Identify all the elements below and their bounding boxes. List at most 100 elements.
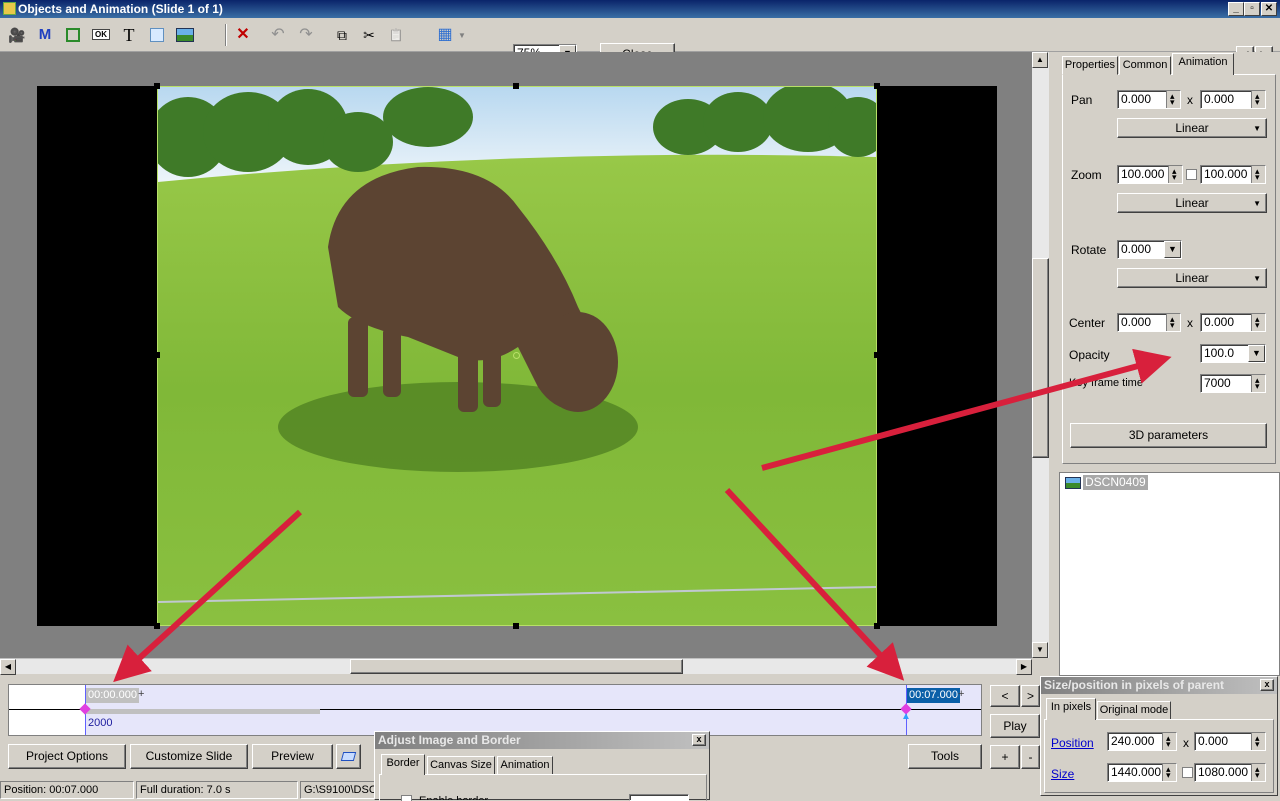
copy-icon[interactable]: ⧉ bbox=[331, 24, 353, 46]
size-height-spinner[interactable] bbox=[1251, 764, 1265, 781]
list-item[interactable]: DSCN0409 bbox=[1083, 475, 1148, 490]
tab-in-pixels[interactable]: In pixels bbox=[1046, 698, 1096, 720]
3d-parameters-button[interactable]: 3D parameters bbox=[1070, 423, 1267, 448]
close-icon[interactable]: x bbox=[1260, 679, 1274, 691]
zoom-y-input[interactable]: 100.000 bbox=[1200, 165, 1266, 184]
close-icon[interactable]: x bbox=[692, 734, 706, 746]
zoom-y-spinner[interactable] bbox=[1251, 166, 1265, 183]
start-plus[interactable]: + bbox=[138, 688, 144, 700]
aspect-lock-checkbox[interactable] bbox=[1182, 767, 1193, 778]
object-list[interactable]: DSCN0409 bbox=[1059, 472, 1280, 676]
zoom-link-checkbox[interactable] bbox=[1186, 169, 1197, 180]
scroll-right-arrow[interactable]: ▶ bbox=[1016, 659, 1032, 675]
center-x-spinner[interactable] bbox=[1166, 314, 1180, 331]
tab-border[interactable]: Border bbox=[381, 754, 425, 775]
position-x-spinner[interactable] bbox=[1162, 733, 1176, 750]
text-icon[interactable]: T bbox=[118, 24, 140, 46]
camera-icon[interactable]: 🎥 bbox=[6, 24, 28, 46]
timeline[interactable]: 00:00.000 + 00:07.000 + 2000 ▲ bbox=[8, 684, 982, 736]
prev-keyframe-button[interactable]: < bbox=[990, 685, 1020, 707]
scroll-up-button[interactable]: ▲ bbox=[1032, 52, 1048, 68]
play-button[interactable]: Play bbox=[990, 714, 1040, 738]
pan-mode-select[interactable]: Linear ▼ bbox=[1117, 118, 1267, 138]
enable-border-checkbox[interactable] bbox=[401, 795, 412, 801]
size-width-input[interactable]: 1440.000 bbox=[1107, 763, 1177, 782]
resize-handle[interactable] bbox=[874, 83, 880, 89]
image-icon[interactable] bbox=[174, 24, 196, 46]
scroll-down-button[interactable]: ▼ bbox=[1032, 642, 1048, 658]
center-handle[interactable] bbox=[513, 352, 520, 359]
resize-handle[interactable] bbox=[154, 83, 160, 89]
horizontal-scroll-thumb[interactable] bbox=[350, 659, 683, 674]
position-link[interactable]: Position bbox=[1051, 736, 1094, 750]
slide-canvas[interactable] bbox=[0, 52, 1032, 658]
delete-icon[interactable]: ✕ bbox=[232, 24, 254, 46]
tab-common[interactable]: Common bbox=[1119, 56, 1171, 75]
rotate-input[interactable]: 0.000 ▼ bbox=[1117, 240, 1182, 259]
mask-icon[interactable]: M bbox=[34, 24, 56, 46]
redo-icon[interactable]: ↷ bbox=[295, 24, 317, 46]
tab-properties[interactable]: Properties bbox=[1062, 56, 1118, 75]
size-height-value: 1080.000 bbox=[1198, 765, 1249, 779]
project-options-button[interactable]: Project Options bbox=[8, 744, 126, 769]
paste-icon[interactable]: 📋 bbox=[385, 24, 407, 46]
position-y-spinner[interactable] bbox=[1251, 733, 1265, 750]
minimize-button[interactable]: _ bbox=[1228, 2, 1244, 16]
pan-y-input[interactable]: 0.000 bbox=[1200, 90, 1266, 109]
maximize-button[interactable]: ▫ bbox=[1244, 2, 1260, 16]
end-plus[interactable]: + bbox=[958, 688, 964, 700]
size-height-input[interactable]: 1080.000 bbox=[1194, 763, 1266, 782]
playhead-icon[interactable]: ▲ bbox=[901, 711, 911, 722]
position-x-input[interactable]: 240.000 bbox=[1107, 732, 1177, 751]
grid-dropdown-icon[interactable]: ▼ bbox=[458, 31, 466, 40]
preview-button[interactable]: Preview bbox=[252, 744, 333, 769]
close-window-button[interactable]: ✕ bbox=[1261, 2, 1277, 16]
resize-handle[interactable] bbox=[513, 623, 519, 629]
tab-adjust-animation[interactable]: Animation bbox=[497, 756, 553, 775]
chevron-down-icon[interactable]: ▼ bbox=[1164, 241, 1181, 258]
keyframe-input[interactable]: 7000 bbox=[1200, 374, 1266, 393]
size-link[interactable]: Size bbox=[1051, 767, 1074, 781]
next-keyframe-button[interactable]: > bbox=[1021, 685, 1040, 707]
scroll-left-arrow[interactable]: ◀ bbox=[0, 659, 16, 675]
grid-icon[interactable]: ▦ bbox=[434, 24, 456, 46]
remove-keyframe-button[interactable]: - bbox=[1021, 745, 1040, 769]
rectangle-icon[interactable] bbox=[146, 24, 168, 46]
keyframe-spinner[interactable] bbox=[1251, 375, 1265, 392]
center-x-input[interactable]: 0.000 bbox=[1117, 313, 1181, 332]
tab-animation[interactable]: Animation bbox=[1172, 53, 1234, 75]
center-y-spinner[interactable] bbox=[1251, 314, 1265, 331]
resize-handle[interactable] bbox=[154, 623, 160, 629]
cut-icon[interactable]: ✂ bbox=[358, 24, 380, 46]
tools-button[interactable]: Tools bbox=[908, 744, 982, 769]
resize-handle[interactable] bbox=[874, 352, 880, 358]
undo-icon[interactable]: ↶ bbox=[267, 24, 289, 46]
tab-original-mode[interactable]: Original mode bbox=[1097, 701, 1171, 720]
frame-icon[interactable] bbox=[62, 24, 84, 46]
center-y-input[interactable]: 0.000 bbox=[1200, 313, 1266, 332]
end-time-label[interactable]: 00:07.000 bbox=[907, 688, 960, 703]
zoom-x-input[interactable]: 100.000 bbox=[1117, 165, 1183, 184]
opacity-input[interactable]: 100.0 ▼ bbox=[1200, 344, 1266, 363]
pan-x-input[interactable]: 0.000 bbox=[1117, 90, 1181, 109]
size-width-spinner[interactable] bbox=[1162, 764, 1176, 781]
pan-x-spinner[interactable] bbox=[1166, 91, 1180, 108]
position-y-input[interactable]: 0.000 bbox=[1194, 732, 1266, 751]
zoom-mode-select[interactable]: Linear ▼ bbox=[1117, 193, 1267, 213]
start-time-label[interactable]: 00:00.000 bbox=[86, 688, 139, 703]
resize-handle[interactable] bbox=[154, 352, 160, 358]
resize-handle[interactable] bbox=[513, 83, 519, 89]
pan-y-spinner[interactable] bbox=[1251, 91, 1265, 108]
ok-button-icon[interactable]: OK bbox=[90, 24, 112, 46]
tab-canvas-size[interactable]: Canvas Size bbox=[427, 756, 495, 775]
add-keyframe-button[interactable]: + bbox=[990, 745, 1020, 769]
vertical-scrollbar[interactable]: ▲ ▼ bbox=[1032, 52, 1049, 658]
horizontal-scrollbar[interactable]: ◀ ▶ bbox=[0, 658, 1032, 675]
fullscreen-button[interactable] bbox=[336, 744, 361, 769]
resize-handle[interactable] bbox=[874, 623, 880, 629]
zoom-x-spinner[interactable] bbox=[1168, 166, 1182, 183]
vertical-scroll-thumb[interactable] bbox=[1032, 258, 1049, 458]
chevron-down-icon[interactable]: ▼ bbox=[1248, 345, 1265, 362]
rotate-mode-select[interactable]: Linear ▼ bbox=[1117, 268, 1267, 288]
customize-slide-button[interactable]: Customize Slide bbox=[130, 744, 248, 769]
